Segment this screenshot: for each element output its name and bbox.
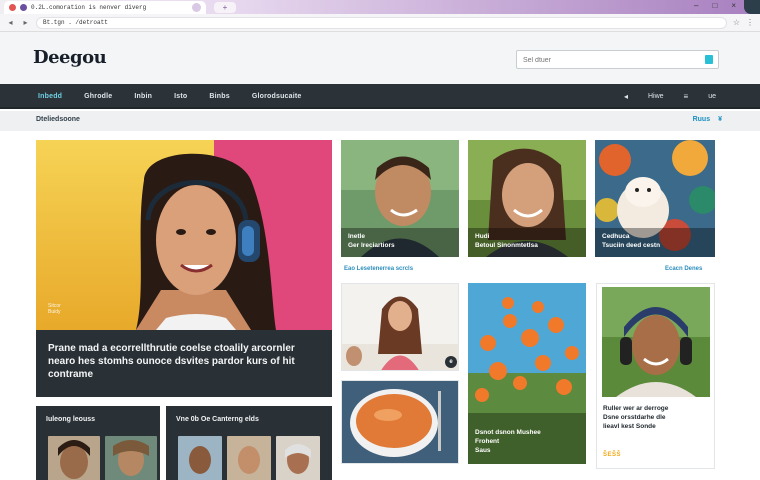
menu-icon[interactable]: ⋮ — [746, 18, 754, 27]
rating-stars: ŠEŠŠ — [603, 452, 622, 458]
close-window-button[interactable]: × — [731, 1, 736, 10]
card-caption: Cedhuca Tsuciin deed cestn — [602, 233, 661, 249]
panel-title: Iuleong leouss — [46, 416, 96, 423]
hamburger-icon[interactable]: ≡ — [684, 92, 689, 101]
browser-tab[interactable]: 0.2L.comoration is nenver diverg — [4, 1, 206, 14]
nav-item[interactable]: Inbedd — [38, 93, 62, 100]
article-card[interactable]: e — [341, 283, 459, 371]
share-icon[interactable]: ◂ — [624, 92, 628, 101]
article-card[interactable]: Inetle Ger Ireciartiors — [341, 140, 459, 257]
card-badge[interactable]: e — [445, 356, 457, 368]
profile-icon[interactable] — [744, 0, 760, 14]
panel-title: Vne 0b Oe Canterng elds — [176, 416, 259, 423]
card-text: Ruller wer ar derroge Dsne orsstdarhe dl… — [603, 405, 669, 430]
article-card[interactable]: Dsnot dsnon Mushee Frohent Saus — [468, 283, 586, 464]
thumbnail-image[interactable] — [227, 436, 271, 480]
url-field[interactable]: Bt.tgn . /detroatt — [36, 16, 727, 29]
article-card[interactable]: Cedhuca Tsuciin deed cestn — [595, 140, 715, 257]
nav-item[interactable]: Inbin — [134, 93, 152, 100]
card-image — [342, 284, 458, 370]
article-card[interactable]: Ruller wer ar derroge Dsne orsstdarhe dl… — [596, 283, 715, 469]
tab-close-icon[interactable] — [192, 3, 201, 12]
nav-right-link[interactable]: Hiwe — [648, 93, 664, 100]
card-caption: Inetle Ger Ireciartiors — [348, 233, 395, 249]
browser-tab-bar: 0.2L.comoration is nenver diverg + – □ × — [0, 0, 760, 14]
nav-item[interactable]: Glorodsucaite — [252, 93, 302, 100]
favicon-icon — [9, 4, 16, 11]
search-box — [516, 50, 719, 69]
search-icon[interactable] — [705, 55, 713, 64]
maximize-button[interactable]: □ — [712, 1, 717, 10]
hero-feature[interactable]: Sitcor Buidy Prane mad a ecorrellthrutie… — [36, 140, 332, 397]
main-nav: Inbedd Ghrodle Inbin Isto Binbs Glorodsu… — [0, 84, 760, 109]
card-caption: Dsnot dsnon Mushee Frohent Saus — [475, 429, 541, 454]
search-input[interactable] — [523, 54, 693, 66]
card-image — [342, 381, 458, 463]
thumbnail-image[interactable] — [48, 436, 100, 480]
thumbnail-image[interactable] — [178, 436, 222, 480]
article-card[interactable] — [341, 380, 459, 464]
site-logo[interactable]: Deegou — [33, 47, 107, 68]
hero-caption: Prane mad a ecorrellthrutie coelse ctoal… — [36, 330, 332, 397]
section-link[interactable]: Ruus — [693, 116, 711, 123]
thumbnail-image[interactable] — [276, 436, 320, 480]
extension-icon — [20, 4, 27, 11]
nav-right-link[interactable]: ue — [708, 93, 716, 100]
back-icon[interactable]: ◂ — [6, 18, 15, 27]
hero-headline[interactable]: Prane mad a ecorrellthrutie coelse ctoal… — [48, 342, 320, 381]
section-header: Dteliedsoone Ruus ¥ — [0, 111, 760, 131]
card-caption: Hudi Betoul Sinonmtetlsa — [475, 233, 538, 249]
thumbnail-image[interactable] — [105, 436, 157, 480]
card-image — [602, 287, 710, 397]
category-link[interactable]: Ecacn Denes — [665, 266, 702, 272]
panel[interactable]: Iuleong leouss — [36, 406, 160, 480]
address-bar-row: ◂ ▸ Bt.tgn . /detroatt ☆ ⋮ — [0, 14, 760, 32]
panel[interactable]: Vne 0b Oe Canterng elds — [166, 406, 332, 480]
forward-icon[interactable]: ▸ — [21, 18, 30, 27]
minimize-button[interactable]: – — [694, 1, 698, 10]
nav-item[interactable]: Isto — [174, 93, 187, 100]
bookmark-icon[interactable]: ☆ — [733, 18, 740, 27]
section-title: Dteliedsoone — [36, 116, 80, 123]
section-link[interactable]: ¥ — [718, 116, 722, 123]
article-card[interactable]: Hudi Betoul Sinonmtetlsa — [468, 140, 586, 257]
window-controls: – □ × — [694, 1, 736, 10]
hero-image — [36, 140, 332, 330]
site-header: Deegou — [0, 32, 760, 84]
hero-tag: Sitcor Buidy — [48, 303, 61, 315]
new-tab-button[interactable]: + — [214, 2, 236, 13]
nav-item[interactable]: Binbs — [209, 93, 229, 100]
category-link[interactable]: Eao Lesetenerrea scrcls — [344, 266, 413, 272]
nav-item[interactable]: Ghrodle — [84, 93, 112, 100]
tab-title: 0.2L.comoration is nenver diverg — [31, 4, 147, 11]
